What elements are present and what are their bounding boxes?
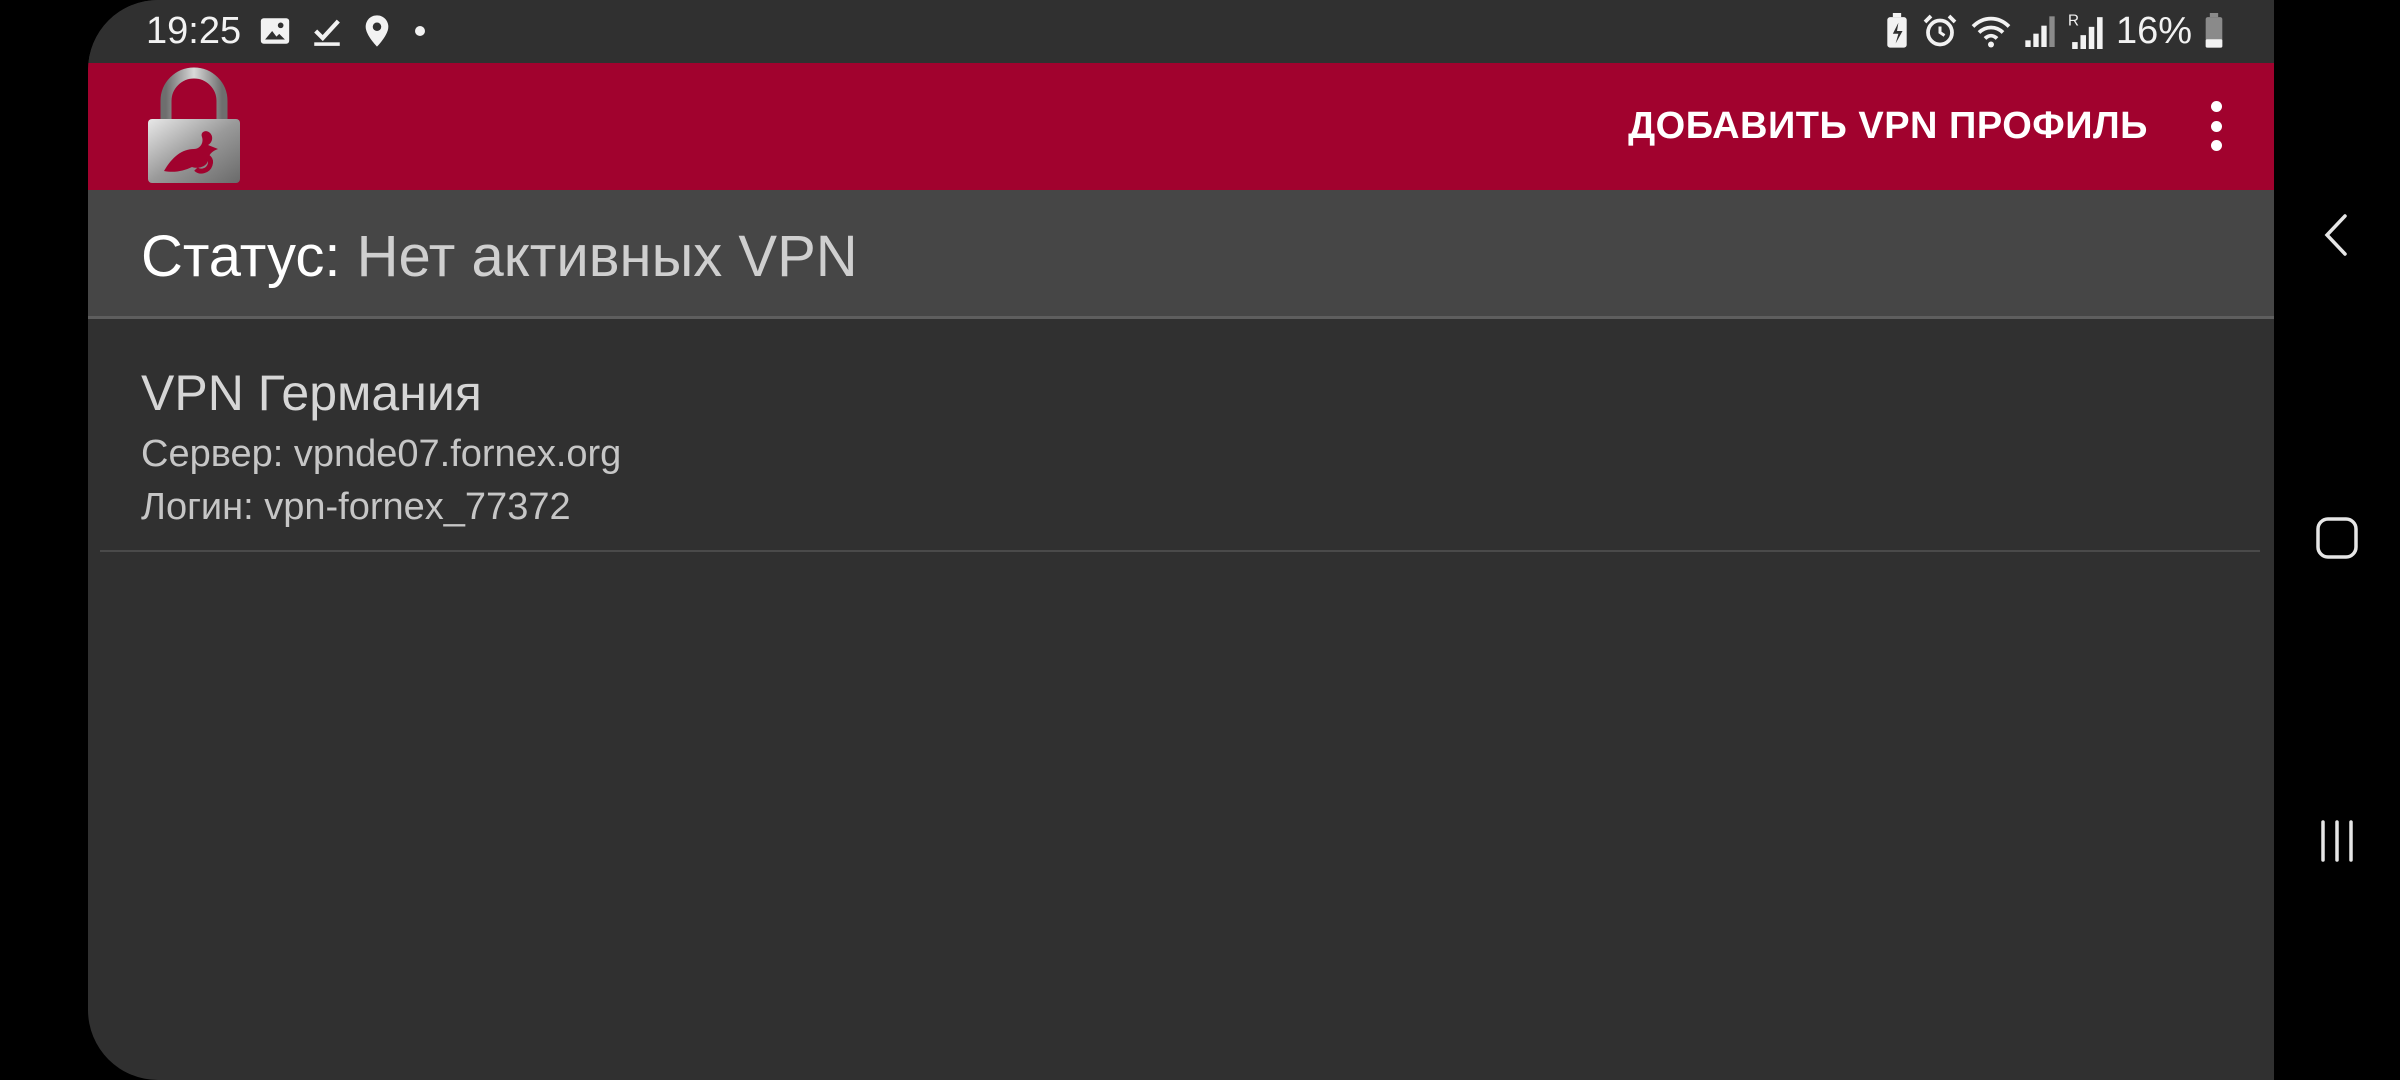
vpn-status-panel: Статус: Нет активных VPN <box>88 190 2274 319</box>
battery-icon <box>2204 13 2224 49</box>
wifi-icon <box>1970 13 2012 49</box>
status-key: Статус: <box>141 224 341 289</box>
notification-icons <box>258 12 430 50</box>
more-vert-icon[interactable] <box>2204 101 2228 151</box>
battery-percent: 16% <box>2115 10 2192 52</box>
profile-name: VPN Германия <box>141 365 482 421</box>
alarm-icon <box>1922 13 1958 49</box>
profile-server: Сервер: vpnde07.fornex.org <box>141 433 622 475</box>
profile-login: Логин: vpn-fornex_77372 <box>141 486 571 528</box>
navigation-bar <box>2274 0 2400 1080</box>
image-icon <box>258 14 292 48</box>
back-icon[interactable] <box>2274 210 2400 260</box>
system-icons: R 16% <box>1884 8 2224 54</box>
battery-saver-icon <box>1884 13 1910 49</box>
recents-icon[interactable] <box>2274 818 2400 864</box>
status-value: Нет активных VPN <box>356 224 858 289</box>
vpn-profile-item[interactable]: VPN Германия Сервер: vpnde07.fornex.org … <box>100 319 2260 552</box>
add-vpn-profile-button[interactable]: ДОБАВИТЬ VPN ПРОФИЛЬ <box>1628 103 2148 149</box>
location-pin-icon <box>362 14 392 48</box>
signal-icon <box>2024 13 2056 49</box>
padlock-logo-icon <box>144 67 244 185</box>
status-text: Статус: Нет активных VPN <box>141 224 858 290</box>
app-toolbar: ДОБАВИТЬ VPN ПРОФИЛЬ <box>88 63 2274 190</box>
svg-text:R: R <box>2068 12 2079 29</box>
home-icon[interactable] <box>2274 515 2400 561</box>
status-time: 19:25 <box>146 10 242 52</box>
dot-icon <box>410 14 430 48</box>
status-bar: 19:25 R 16% <box>88 0 2274 63</box>
app-screen: 19:25 R 16% ДОБАВИТЬ VPN ПРОФИЛЬ Статус:… <box>88 0 2274 1080</box>
signal-roaming-icon: R <box>2068 11 2104 51</box>
download-done-icon <box>310 14 344 48</box>
